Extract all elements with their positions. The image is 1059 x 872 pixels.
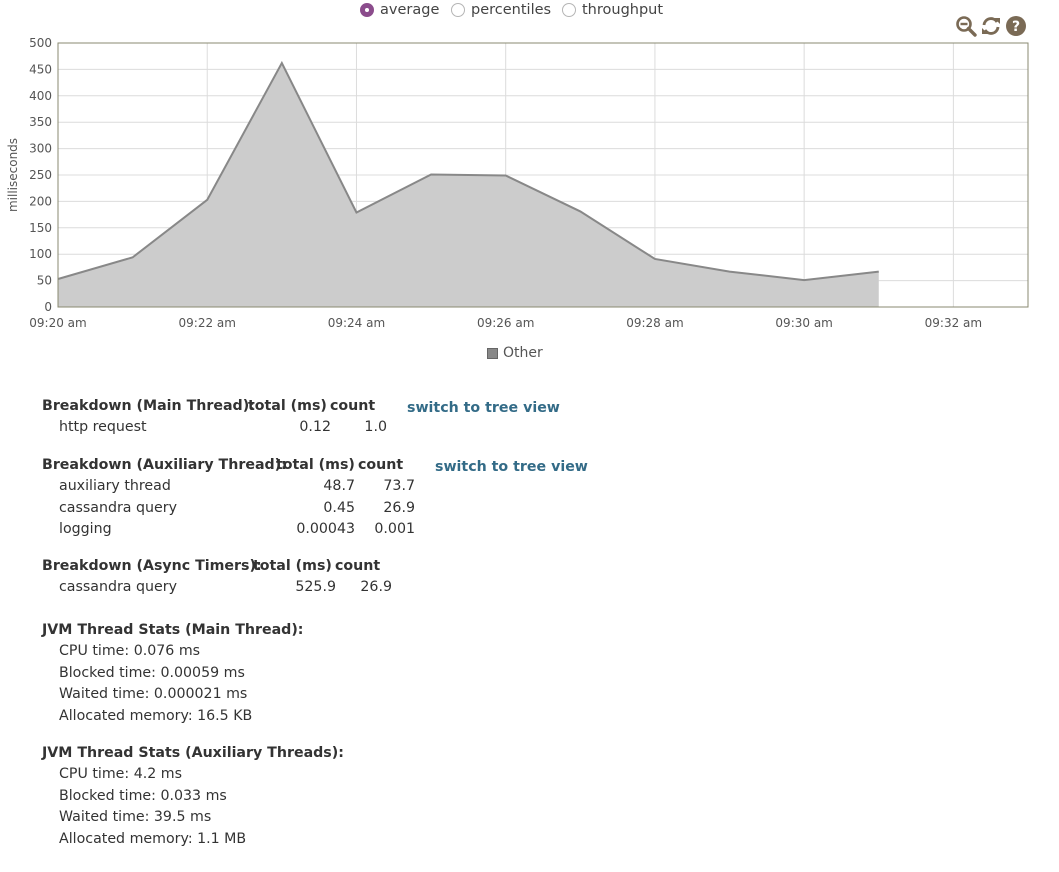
refresh-icon[interactable]	[980, 15, 1002, 37]
breakdown-aux-header: Breakdown (Auxiliary Thread):total (ms) c…	[42, 454, 415, 476]
timer-total: 0.00043	[296, 521, 355, 537]
col-total-header: total (ms)	[253, 558, 332, 574]
view-mode-selector: average percentiles throughput	[0, 2, 1059, 24]
jvm-aux-blocked-time: Blocked time: 0.033 ms	[59, 787, 227, 804]
timer-count: 0.001	[374, 521, 415, 537]
chart-legend[interactable]: Other	[487, 345, 543, 361]
radio-percentiles-circle	[451, 3, 465, 17]
help-icon[interactable]: ?	[1005, 15, 1027, 37]
x-tick-label: 09:24 am	[328, 316, 385, 330]
breakdown-main-section: Breakdown (Main Thread):total (ms) count …	[42, 395, 387, 439]
jvm-main-cpu-time: CPU time: 0.076 ms	[59, 643, 201, 659]
jvm-main-section: JVM Thread Stats (Main Thread): CPU time…	[42, 619, 304, 727]
timer-name: http request	[59, 419, 147, 435]
breakdown-async-section: Breakdown (Async Timers):total (ms) count…	[42, 555, 392, 599]
jvm-aux-section: JVM Thread Stats (Auxiliary Threads): CP…	[42, 742, 344, 850]
timer-count: 1.0	[364, 419, 387, 435]
jvm-main-title: JVM Thread Stats (Main Thread):	[42, 622, 304, 638]
chart-toolbar: ?	[955, 15, 1027, 37]
x-tick-label: 09:32 am	[925, 316, 982, 330]
table-row: cassandra query 0.45 26.9	[42, 498, 415, 520]
jvm-main-waited-time: Waited time: 0.000021 ms	[59, 686, 248, 702]
legend-label: Other	[503, 345, 543, 361]
col-total-header: total (ms)	[276, 457, 355, 473]
y-tick-label: 500	[29, 36, 52, 50]
y-tick-label: 350	[29, 115, 52, 129]
jvm-aux-allocated-memory: Allocated memory: 1.1 MB	[59, 830, 247, 847]
jvm-aux-cpu-time: CPU time: 4.2 ms	[59, 766, 182, 782]
y-tick-label: 300	[29, 142, 52, 156]
y-tick-label: 150	[29, 221, 52, 235]
timer-count: 73.7	[383, 478, 415, 494]
breakdown-async-title: Breakdown (Async Timers):	[42, 558, 262, 574]
zoom-out-icon[interactable]	[955, 15, 977, 37]
legend-swatch	[487, 347, 498, 359]
series-area-fill	[58, 63, 879, 308]
jvm-main-blocked-time: Blocked time: 0.00059 ms	[59, 664, 245, 681]
radio-throughput-circle	[562, 3, 576, 17]
radio-throughput[interactable]: throughput	[562, 2, 663, 18]
x-tick-label: 09:30 am	[775, 316, 832, 330]
y-tick-label: 50	[37, 274, 52, 288]
jvm-main-allocated-memory: Allocated memory: 16.5 KB	[59, 707, 253, 724]
timer-total: 0.12	[299, 419, 331, 435]
aux-switch-tree-view-link[interactable]: switch to tree view	[435, 459, 588, 475]
main-switch-tree-view-link[interactable]: switch to tree view	[407, 400, 560, 416]
breakdown-aux-section: Breakdown (Auxiliary Thread):total (ms) c…	[42, 454, 415, 541]
x-tick-label: 09:20 am	[29, 316, 86, 330]
radio-throughput-label: throughput	[582, 2, 664, 18]
timer-count: 26.9	[360, 579, 392, 595]
y-tick-label: 250	[29, 168, 52, 182]
timer-name: auxiliary thread	[59, 478, 171, 494]
response-time-chart: 0 50 100 150 200 250 300 350 400 450 500 09:20 am 09…	[6, 36, 1029, 330]
breakdown-main-header: Breakdown (Main Thread):total (ms) count	[42, 395, 387, 417]
table-row: logging 0.00043 0.001	[42, 519, 415, 541]
col-count-header: count	[358, 457, 404, 473]
timer-count: 26.9	[383, 499, 415, 516]
y-tick-label: 200	[29, 194, 52, 208]
timer-total: 48.7	[323, 478, 355, 494]
table-row: http request 0.12 1.0	[42, 417, 387, 439]
timer-total: 0.45	[323, 499, 355, 516]
radio-average[interactable]: average	[360, 2, 439, 18]
y-axis-label: milliseconds	[6, 138, 20, 212]
table-row: cassandra query 525.9 26.9	[42, 577, 392, 599]
x-tick-label: 09:26 am	[477, 316, 534, 330]
timer-name: cassandra query	[59, 579, 177, 595]
jvm-aux-title: JVM Thread Stats (Auxiliary Threads):	[42, 745, 344, 761]
col-count-header: count	[335, 558, 381, 574]
radio-average-label: average	[380, 2, 440, 18]
col-total-header: total (ms)	[248, 398, 327, 414]
y-tick-label: 0	[44, 300, 52, 314]
radio-average-circle	[360, 3, 374, 17]
x-tick-label: 09:28 am	[626, 316, 683, 330]
col-count-header: count	[330, 398, 376, 414]
timer-total: 525.9	[295, 579, 336, 595]
breakdown-async-header: Breakdown (Async Timers):total (ms) count	[42, 555, 392, 577]
table-row: auxiliary thread 48.7 73.7	[42, 476, 415, 498]
svg-text:?: ?	[1012, 19, 1020, 35]
breakdown-aux-title: Breakdown (Auxiliary Thread):	[42, 457, 287, 473]
jvm-aux-waited-time: Waited time: 39.5 ms	[59, 809, 212, 825]
timer-name: cassandra query	[59, 499, 177, 516]
breakdown-main-title: Breakdown (Main Thread):	[42, 398, 255, 414]
timer-name: logging	[59, 521, 112, 537]
y-tick-label: 450	[29, 62, 52, 76]
y-tick-label: 100	[29, 247, 52, 261]
radio-percentiles[interactable]: percentiles	[451, 2, 551, 18]
radio-percentiles-label: percentiles	[471, 2, 552, 18]
x-tick-label: 09:22 am	[179, 316, 236, 330]
y-tick-label: 400	[29, 89, 52, 103]
